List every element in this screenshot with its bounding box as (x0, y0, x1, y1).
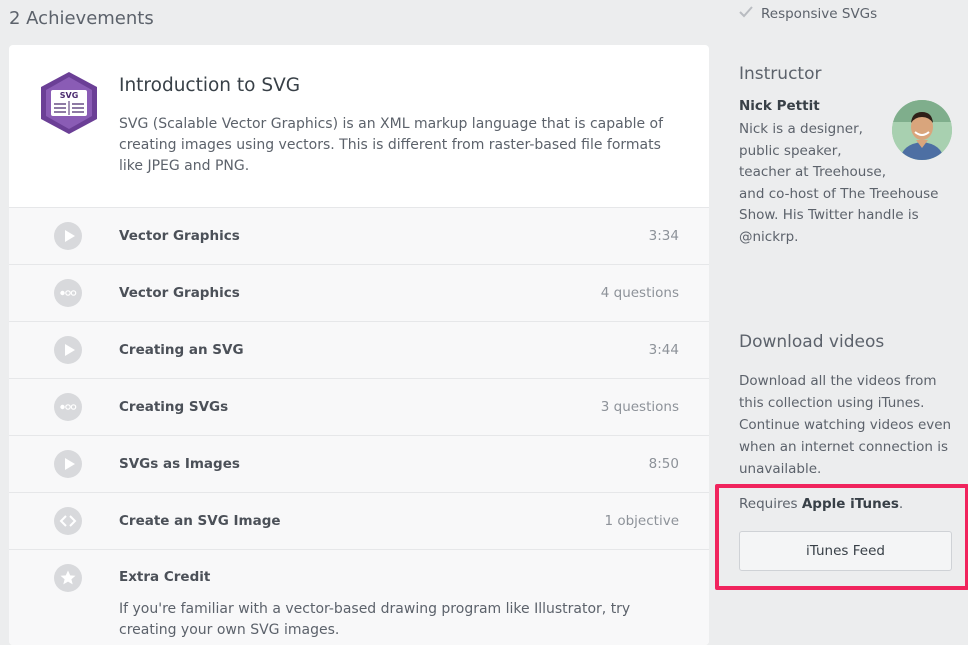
requires-text: Requires Apple iTunes. (739, 496, 903, 512)
step-meta: 3 questions (600, 399, 679, 415)
completed-item[interactable]: Responsive SVGs (739, 6, 877, 22)
step-label: Create an SVG Image (119, 513, 281, 529)
download-heading: Download videos (739, 332, 885, 352)
course-steps-list: Vector Graphics 3:34 Vector Graphics 4 q… (9, 208, 709, 645)
play-icon (54, 450, 82, 478)
step-item[interactable]: Creating SVGs 3 questions (9, 379, 709, 436)
play-icon (54, 222, 82, 250)
extra-credit-description: If you're familiar with a vector-based d… (119, 601, 631, 638)
play-icon (54, 336, 82, 364)
course-card: SVG Introduction to SVG SVG (Scalable Ve… (9, 45, 709, 645)
step-label: Creating SVGs (119, 399, 229, 415)
download-description: Download all the videos from this collec… (739, 373, 952, 477)
requires-prefix: Requires (739, 496, 798, 512)
instructor-name[interactable]: Nick Pettit (739, 98, 820, 114)
course-title: Introduction to SVG (119, 75, 301, 96)
step-meta: 3:44 (648, 342, 679, 358)
step-item[interactable]: Vector Graphics 3:34 (9, 208, 709, 265)
completed-item-label: Responsive SVGs (761, 6, 878, 22)
step-meta: 8:50 (648, 456, 679, 472)
step-item[interactable]: Create an SVG Image 1 objective (9, 493, 709, 550)
step-label: Vector Graphics (119, 285, 240, 301)
quiz-dots-icon (54, 393, 82, 421)
step-meta: 1 objective (604, 513, 679, 529)
course-description: SVG (Scalable Vector Graphics) is an XML… (119, 116, 664, 174)
step-label: Vector Graphics (119, 228, 240, 244)
quiz-dots-icon (54, 279, 82, 307)
extra-credit-item: Extra Credit If you're familiar with a v… (9, 550, 709, 645)
code-challenge-icon (54, 507, 82, 535)
step-label: SVGs as Images (119, 456, 240, 472)
step-meta: 3:34 (648, 228, 679, 244)
svg-course-badge-icon: SVG (37, 70, 101, 136)
step-item[interactable]: Vector Graphics 4 questions (9, 265, 709, 322)
extra-credit-label: Extra Credit (119, 569, 211, 585)
itunes-feed-button[interactable]: iTunes Feed (739, 531, 952, 571)
step-item[interactable]: SVGs as Images 8:50 (9, 436, 709, 493)
step-label: Creating an SVG (119, 342, 244, 358)
badge-text: SVG (60, 91, 79, 100)
requires-app-link[interactable]: Apple iTunes (802, 496, 899, 512)
achievements-heading: 2 Achievements (9, 8, 154, 29)
step-meta: 4 questions (600, 285, 679, 301)
checkmark-icon (739, 6, 755, 22)
star-icon (54, 564, 82, 592)
step-item[interactable]: Creating an SVG 3:44 (9, 322, 709, 379)
instructor-heading: Instructor (739, 64, 822, 84)
instructor-avatar[interactable] (892, 100, 952, 160)
requires-suffix: . (898, 496, 904, 512)
course-header: SVG Introduction to SVG SVG (Scalable Ve… (9, 45, 709, 208)
